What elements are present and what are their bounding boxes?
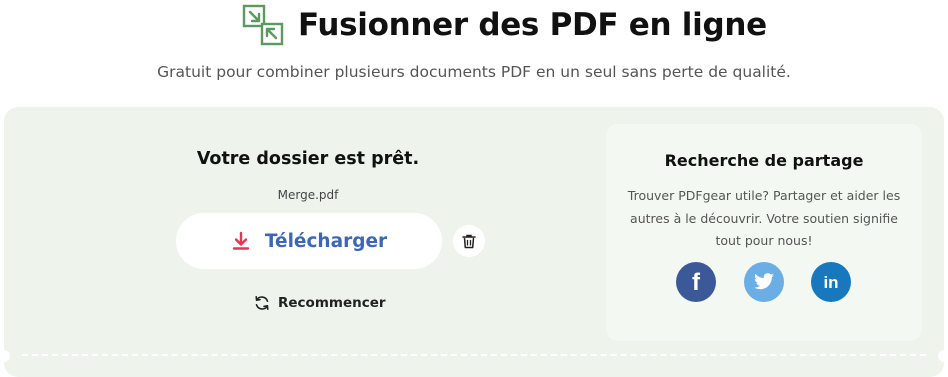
right-edge-notch (938, 350, 948, 362)
refresh-icon (255, 296, 269, 310)
download-arrow-icon (232, 231, 250, 250)
restart-button[interactable]: Recommencer (254, 295, 386, 311)
trash-icon (462, 234, 476, 248)
linkedin-icon: in (823, 272, 839, 292)
page-title: Fusionner des PDF en ligne (298, 7, 767, 43)
download-label: Télécharger (264, 230, 388, 252)
twitter-icon (754, 273, 774, 290)
delete-button[interactable] (453, 225, 485, 257)
page-header: Fusionner des PDF en ligne Gratuit pour … (0, 0, 948, 100)
share-title: Recherche de partage (664, 151, 864, 170)
download-button[interactable]: Télécharger (176, 213, 442, 269)
facebook-icon: f (692, 269, 700, 296)
page-subtitle: Gratuit pour combiner plusieurs document… (157, 63, 791, 81)
twitter-share-button[interactable] (744, 262, 784, 302)
title-row: Fusionner des PDF en ligne (242, 4, 767, 46)
result-panel: Votre dossier est prêt. Merge.pdf Téléch… (4, 107, 944, 377)
share-card: Recherche de partage Trouver PDFgear uti… (606, 124, 922, 341)
facebook-share-button[interactable]: f (676, 262, 716, 302)
output-filename: Merge.pdf (277, 188, 339, 202)
dashed-divider (22, 354, 926, 356)
download-section: Votre dossier est prêt. Merge.pdf Téléch… (4, 107, 604, 367)
share-text: Trouver PDFgear utile? Partager et aider… (627, 188, 901, 248)
ready-heading: Votre dossier est prêt. (196, 149, 420, 169)
restart-label: Recommencer (278, 295, 386, 311)
linkedin-share-button[interactable]: in (811, 262, 851, 302)
merge-arrows-icon (242, 4, 284, 46)
